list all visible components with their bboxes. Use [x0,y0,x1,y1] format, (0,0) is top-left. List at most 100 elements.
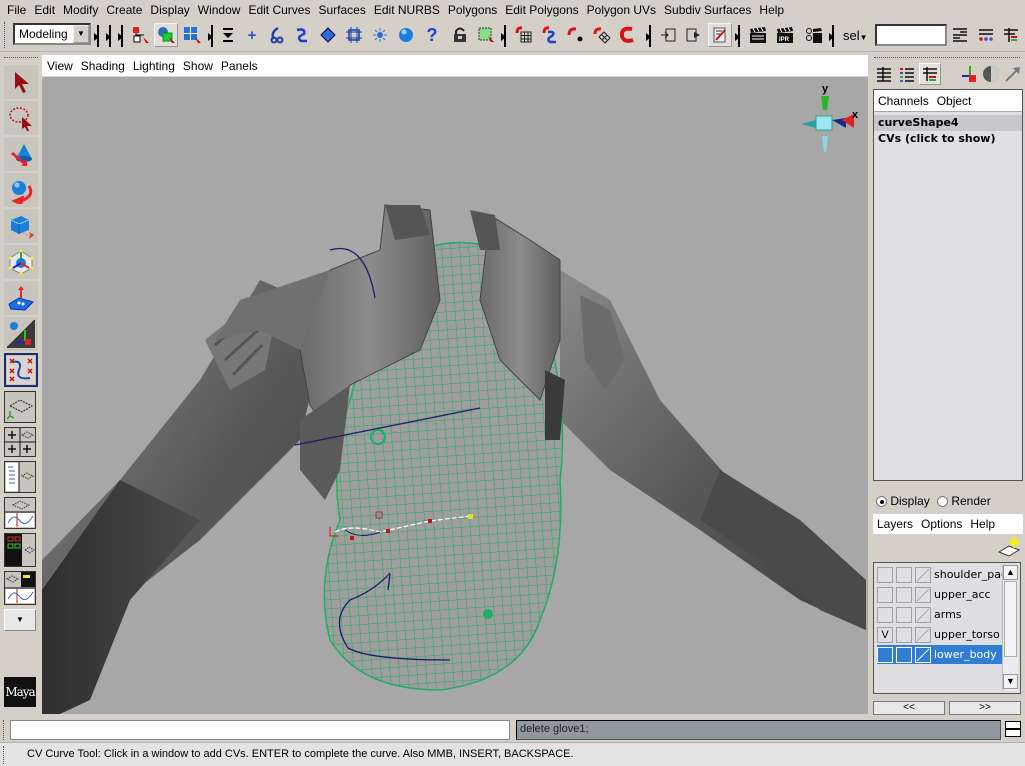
menu-create[interactable]: Create [103,3,147,17]
more-layouts-button[interactable]: ▼ [4,609,36,631]
menu-modify[interactable]: Modify [60,3,103,17]
cv-point[interactable] [386,529,390,533]
collapse-separator[interactable] [118,25,123,47]
lasso-tool-button[interactable] [4,101,38,135]
create-new-layer-button[interactable] [997,536,1021,558]
perspective-viewport[interactable]: View Shading Lighting Show Panels y x [42,55,868,714]
snap-point-button[interactable] [290,23,314,47]
layer-menu-layers[interactable]: Layers [877,517,913,531]
scene-canvas[interactable] [42,77,868,714]
show-tool-settings-button[interactable] [974,23,998,47]
input-connections-button[interactable] [656,23,680,47]
toolbox-grip[interactable] [4,57,38,58]
layer-color-swatch[interactable] [915,626,931,643]
layer-list-scrollbar[interactable]: ▲ ▼ [1002,565,1018,691]
lock-selection-button[interactable] [216,23,240,47]
ipr-render-button[interactable]: IPR [773,23,797,47]
viewport-menu-panels[interactable]: Panels [221,59,258,73]
next-page-button[interactable]: >> [949,701,1021,715]
render-button[interactable] [746,23,770,47]
cv-point[interactable] [428,519,432,523]
collapse-separator[interactable] [501,25,506,47]
layer-row[interactable]: upper_acc [877,585,1003,604]
manipulator-toggle-button[interactable] [958,63,980,85]
layer-visibility-toggle[interactable] [877,586,893,603]
snap-grid-magnet-button[interactable] [512,23,536,47]
single-perspective-layout-button[interactable] [4,391,36,423]
show-channel-box-button[interactable] [999,23,1023,47]
scroll-up-button[interactable]: ▲ [1003,565,1018,580]
menu-edit-nurbs[interactable]: Edit NURBS [371,3,445,17]
layer-display-type-toggle[interactable] [896,566,912,583]
menu-set-selector[interactable]: Modeling ▼ [13,23,91,45]
layer-row-selected[interactable]: lower_body [877,645,1003,664]
help-button[interactable]: ? [420,23,444,47]
channel-layer-mode-button[interactable] [919,63,941,85]
snap-view-plane-button[interactable] [316,23,340,47]
menu-polygon-uvs[interactable]: Polygon UVs [584,3,661,17]
help-line-grip[interactable] [3,746,6,764]
cv-curve-tool-button[interactable] [4,353,38,387]
channel-box-object-name[interactable]: curveShape4 [874,115,1022,131]
collapse-separator[interactable] [646,25,651,47]
viewport-menu-lighting[interactable]: Lighting [133,59,175,73]
show-manipulator-button[interactable] [4,317,38,351]
highlight-selection-button[interactable] [474,23,498,47]
output-connections-button[interactable] [682,23,706,47]
right-panel-grip[interactable] [874,57,1020,58]
persp-graph-layout-button[interactable] [4,497,36,529]
viewport-menu-view[interactable]: View [47,59,73,73]
scale-tool-button[interactable] [4,209,38,243]
layer-display-type-toggle[interactable] [896,586,912,603]
snap-view-plane-magnet-button[interactable] [590,23,614,47]
layer-row[interactable]: V upper_torso [877,625,1003,644]
scroll-down-button[interactable]: ▼ [1003,674,1018,689]
collapse-separator[interactable] [106,25,111,47]
viewport-menu-shading[interactable]: Shading [81,59,125,73]
menu-subdiv-surfaces[interactable]: Subdiv Surfaces [661,3,756,17]
layer-display-type-toggle[interactable] [896,626,912,643]
layer-editor-mode-button[interactable] [896,63,918,85]
layer-visibility-toggle[interactable]: V [877,626,893,643]
layer-color-swatch[interactable] [915,646,931,663]
command-input[interactable] [10,720,510,740]
soft-modification-button[interactable] [4,281,38,315]
layer-menu-options[interactable]: Options [921,517,962,531]
select-by-hierarchy-button[interactable] [128,23,152,47]
layer-visibility-toggle[interactable] [877,606,893,623]
channel-box-menu-object[interactable]: Object [937,94,972,108]
menu-display[interactable]: Display [147,3,194,17]
channel-box-menu-channels[interactable]: Channels [878,94,929,108]
collapse-separator[interactable] [735,25,740,47]
menu-file[interactable]: File [4,3,31,17]
universal-manipulator-button[interactable] [4,245,38,279]
cv-point-last[interactable] [468,514,473,519]
script-editor-button[interactable] [1005,721,1021,737]
menu-help[interactable]: Help [756,3,789,17]
hypershade-layout-button[interactable] [4,533,36,567]
rotate-tool-button[interactable] [4,173,38,207]
layer-visibility-toggle[interactable] [877,646,893,663]
make-live-button[interactable] [342,23,366,47]
select-tool-button[interactable] [4,65,38,99]
collapse-separator[interactable] [94,25,99,47]
menu-edit[interactable]: Edit [31,3,60,17]
channel-box-mode-button[interactable] [873,63,895,85]
select-by-component-button[interactable] [180,23,204,47]
display-radio[interactable]: Display [876,494,930,508]
selection-mode-dropdown[interactable]: sel▼ [843,28,868,43]
show-attribute-editor-button[interactable] [948,23,972,47]
collapse-separator[interactable] [208,25,213,47]
layer-row[interactable]: shoulder_pads [877,565,1003,584]
outliner-persp-layout-button[interactable] [4,461,36,493]
render-globals-button[interactable] [802,23,826,47]
lock-button[interactable] [448,23,472,47]
viewport-menu-show[interactable]: Show [183,59,213,73]
layer-color-swatch[interactable] [915,586,931,603]
menu-edit-polygons[interactable]: Edit Polygons [502,3,583,17]
shading-toggle-button[interactable] [980,63,1002,85]
snap-curve-magnet-button[interactable] [538,23,562,47]
layer-color-swatch[interactable] [915,606,931,623]
command-line-grip[interactable] [3,720,6,740]
layer-display-type-toggle[interactable] [896,606,912,623]
